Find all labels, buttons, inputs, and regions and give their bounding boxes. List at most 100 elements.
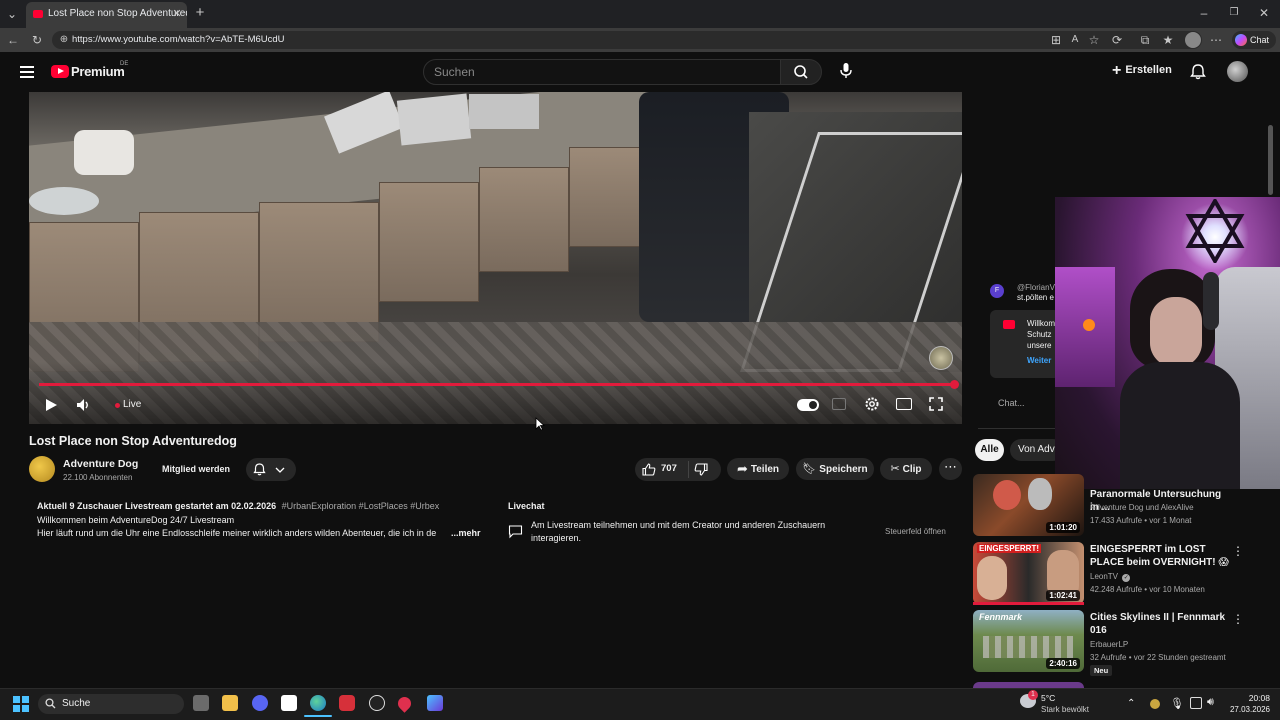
speaker-volume-icon[interactable]: 🔊︎ — [1207, 696, 1214, 709]
channel-avatar[interactable] — [29, 456, 55, 482]
weather-temperature[interactable]: 5°C — [1041, 693, 1055, 703]
windows-start-icon[interactable] — [13, 696, 29, 712]
app-install-icon[interactable]: ⊞ — [1048, 33, 1064, 47]
join-button[interactable]: Mitglied werden — [154, 458, 238, 481]
recommendation-thumbnail[interactable]: 1:01:20 — [973, 474, 1084, 536]
autoplay-toggle[interactable] — [797, 399, 819, 411]
notice-more-link[interactable]: Weiter — [1027, 356, 1051, 365]
chat-input[interactable]: Chat... — [998, 398, 1025, 408]
active-app-indicator — [304, 715, 332, 717]
tab-list-icon[interactable]: ⌄ — [4, 7, 20, 21]
recommendation-thumbnail[interactable]: EINGESPERRT! 1:02:41 — [973, 542, 1084, 604]
dislike-button[interactable] — [694, 463, 708, 476]
back-icon[interactable]: ← — [5, 33, 21, 47]
save-button[interactable]: 🔖︎ Speichern — [796, 458, 874, 480]
theater-mode-icon[interactable] — [896, 398, 912, 410]
cabinet-door — [479, 167, 569, 272]
task-view-icon[interactable] — [193, 695, 209, 711]
voice-search-icon[interactable] — [838, 62, 854, 80]
recommendation-thumbnail[interactable]: Fennmark 2:40:16 — [973, 610, 1084, 672]
thumb-face — [993, 480, 1021, 510]
subscription-bell-button[interactable] — [246, 458, 296, 481]
recommendation-title[interactable]: Cities Skylines II | Fennmark 016 — [1090, 611, 1230, 637]
page-scrollbar[interactable] — [1268, 125, 1273, 195]
search-icon — [794, 65, 808, 79]
recommendation-title[interactable]: EINGESPERRT im LOST PLACE beim OVERNIGHT… — [1090, 543, 1230, 569]
tray-app-icon[interactable] — [1150, 699, 1160, 709]
reload-icon[interactable]: ↻ — [29, 33, 45, 47]
site-info-icon[interactable]: ⊕ — [56, 33, 72, 47]
taskbar-search-box[interactable]: Suche — [38, 694, 184, 714]
volume-button[interactable] — [76, 398, 92, 412]
browser-tab[interactable]: Lost Place non Stop Adventuredog — [26, 2, 187, 28]
taskbar-time[interactable]: 20:08 — [1236, 693, 1270, 703]
show-more-link[interactable]: ...mehr — [451, 528, 481, 538]
filter-chip-all[interactable]: Alle — [975, 439, 1004, 461]
taskbar-date[interactable]: 27.03.2026 — [1222, 705, 1270, 714]
channel-name[interactable]: Adventure Dog — [63, 458, 138, 470]
subscriber-count: 22.100 Abonnenten — [63, 473, 133, 482]
clip-button[interactable]: ✂ Clip — [880, 458, 932, 480]
play-button[interactable] — [44, 398, 58, 412]
recommendation-channel[interactable]: Adventure Dog und AlexAlive — [1090, 503, 1194, 512]
app-icon[interactable] — [427, 695, 443, 711]
tray-chevron-up-icon[interactable]: ⌃ — [1127, 698, 1135, 709]
read-aloud-icon[interactable]: A — [1067, 33, 1083, 47]
hashtags[interactable]: #UrbanExploration #LostPlaces #Urbex — [282, 501, 440, 511]
chat-user-message: st.pölten e — [1017, 293, 1054, 302]
favorites-icon[interactable]: ★ — [1160, 33, 1176, 47]
microphone-icon[interactable]: 🎙︎ — [1170, 697, 1184, 710]
progress-scrubber[interactable] — [950, 380, 959, 389]
box — [469, 94, 539, 129]
favorite-star-icon[interactable]: ☆ — [1086, 33, 1102, 47]
more-menu-icon[interactable]: ⋯ — [1208, 33, 1224, 47]
youtube-logo-icon[interactable] — [51, 65, 69, 78]
notifications-bell-icon[interactable] — [1190, 63, 1206, 80]
thumb-city — [983, 636, 1073, 658]
cabinet-door — [569, 147, 649, 247]
youtube-premium-logo[interactable]: Premium — [71, 64, 125, 79]
extensions-icon[interactable]: ⟳ — [1109, 33, 1125, 47]
chat-notice-text: Willkom Schutz unsere — [1027, 318, 1055, 351]
file-explorer-icon[interactable] — [222, 695, 238, 711]
restore-icon[interactable]: ❐ — [1226, 6, 1242, 20]
share-button[interactable]: ➦ Teilen — [727, 458, 789, 480]
search-input[interactable]: Suchen — [423, 59, 781, 85]
more-vertical-icon[interactable]: ⋮ — [1232, 545, 1244, 557]
open-chat-panel-link[interactable]: Steuerfeld öffnen — [885, 527, 946, 536]
discord-icon[interactable] — [252, 695, 268, 711]
close-tab-icon[interactable]: ✕ — [169, 7, 185, 21]
chat-user-name[interactable]: @FlorianV — [1017, 283, 1055, 292]
channel-watermark[interactable] — [929, 346, 953, 370]
notice-line-1: Willkom — [1027, 319, 1055, 328]
profile-avatar[interactable] — [1185, 32, 1201, 48]
recommendation-meta: 42.248 Aufrufe • vor 10 Monaten — [1090, 585, 1205, 594]
settings-gear-icon[interactable] — [864, 396, 880, 412]
app-icon[interactable] — [281, 695, 297, 711]
play-icon — [46, 399, 57, 411]
url-field[interactable]: https://www.youtube.com/watch?v=AbTE-M6U… — [52, 31, 1202, 49]
more-actions-button[interactable]: ⋯ — [939, 458, 962, 480]
app-icon[interactable] — [339, 695, 355, 711]
weather-description[interactable]: Stark bewölkt — [1041, 705, 1089, 714]
fullscreen-icon[interactable] — [929, 397, 943, 411]
display-icon[interactable] — [1190, 697, 1202, 709]
like-button[interactable]: 707 — [635, 458, 687, 481]
edge-browser-icon[interactable] — [310, 695, 326, 711]
video-player[interactable] — [29, 92, 962, 424]
obs-studio-icon[interactable] — [369, 695, 385, 711]
new-tab-icon[interactable]: + — [192, 5, 208, 20]
search-button[interactable] — [780, 59, 822, 85]
subtitles-icon[interactable] — [832, 398, 846, 410]
recommendation-channel[interactable]: LeonTV ✓ — [1090, 572, 1131, 582]
minimize-icon[interactable]: – — [1196, 6, 1212, 20]
live-label[interactable]: Live — [123, 399, 141, 410]
progress-bar[interactable] — [39, 383, 955, 386]
split-screen-icon[interactable]: ⧉ — [1137, 33, 1153, 47]
create-button[interactable]: + Erstellen — [1112, 63, 1172, 79]
hamburger-menu-icon[interactable] — [20, 66, 34, 78]
account-avatar[interactable] — [1227, 61, 1248, 82]
close-window-icon[interactable]: ✕ — [1256, 6, 1272, 20]
more-vertical-icon[interactable]: ⋮ — [1232, 613, 1244, 625]
recommendation-channel[interactable]: ErbauerLP — [1090, 640, 1128, 649]
